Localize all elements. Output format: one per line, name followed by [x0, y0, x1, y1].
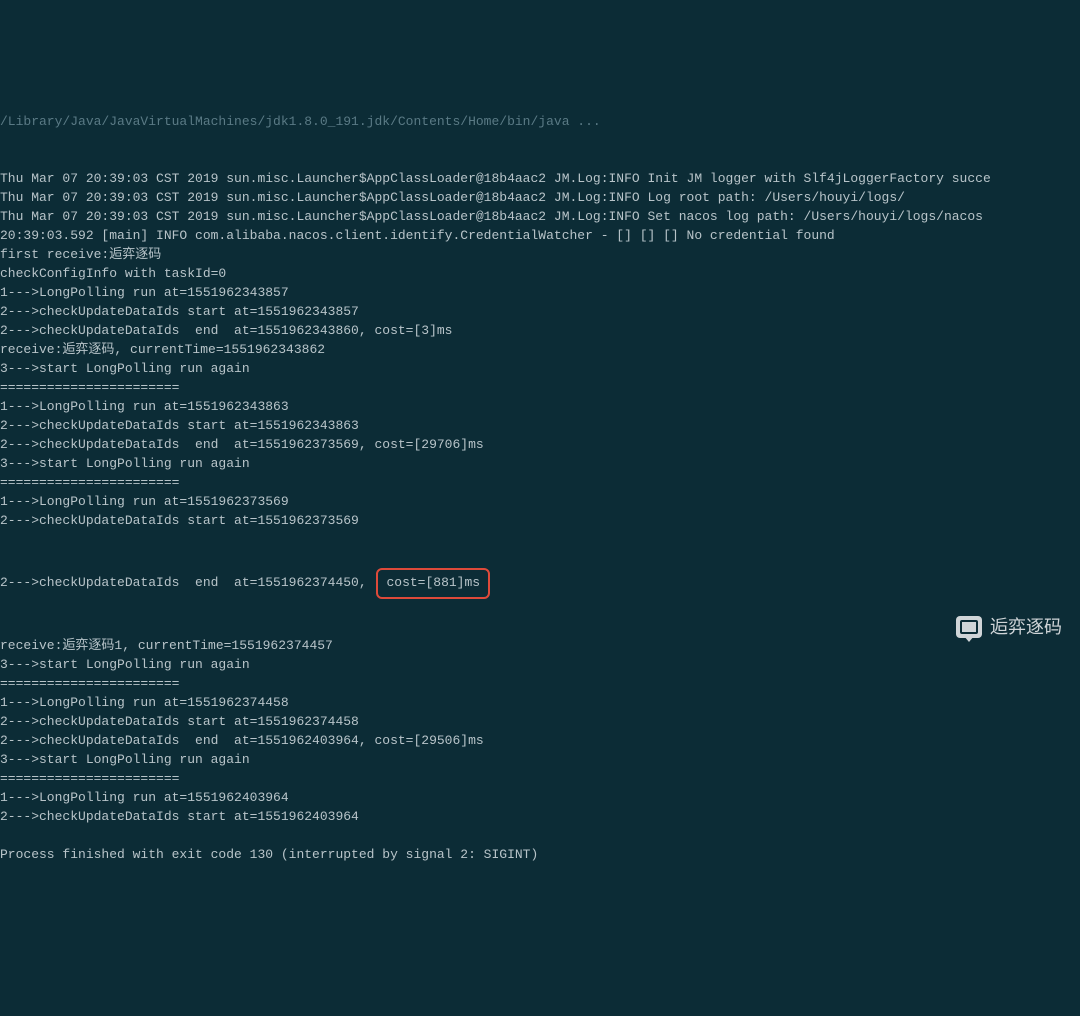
log-line: 2--->checkUpdateDataIds start at=1551962… — [0, 512, 1080, 531]
log-line: 3--->start LongPolling run again — [0, 455, 1080, 474]
log-line: ======================= — [0, 675, 1080, 694]
log-line: checkConfigInfo with taskId=0 — [0, 265, 1080, 284]
log-line: Thu Mar 07 20:39:03 CST 2019 sun.misc.La… — [0, 208, 1080, 227]
log-line: receive:逅弈逐码, currentTime=1551962343862 — [0, 341, 1080, 360]
log-line: 2--->checkUpdateDataIds start at=1551962… — [0, 808, 1080, 827]
watermark: 逅弈逐码 — [956, 614, 1062, 640]
log-line: ======================= — [0, 770, 1080, 789]
log-line: 3--->start LongPolling run again — [0, 360, 1080, 379]
log-line: 1--->LongPolling run at=1551962374458 — [0, 694, 1080, 713]
log-line: 1--->LongPolling run at=1551962343857 — [0, 284, 1080, 303]
log-line: 20:39:03.592 [main] INFO com.alibaba.nac… — [0, 227, 1080, 246]
log-line: 1--->LongPolling run at=1551962373569 — [0, 493, 1080, 512]
log-line: Thu Mar 07 20:39:03 CST 2019 sun.misc.La… — [0, 189, 1080, 208]
log-block-before: Thu Mar 07 20:39:03 CST 2019 sun.misc.La… — [0, 170, 1080, 531]
log-line: 2--->checkUpdateDataIds start at=1551962… — [0, 713, 1080, 732]
log-line: 2--->checkUpdateDataIds start at=1551962… — [0, 417, 1080, 436]
cost-highlight-box: cost=[881]ms — [376, 568, 490, 599]
wechat-icon — [956, 616, 982, 638]
log-line: 2--->checkUpdateDataIds end at=155196234… — [0, 322, 1080, 341]
log-line: 2--->checkUpdateDataIds start at=1551962… — [0, 303, 1080, 322]
log-line: ======================= — [0, 379, 1080, 398]
log-line: 2--->checkUpdateDataIds end at=155196240… — [0, 732, 1080, 751]
java-path-header: /Library/Java/JavaVirtualMachines/jdk1.8… — [0, 113, 1080, 132]
log-line: 1--->LongPolling run at=1551962343863 — [0, 398, 1080, 417]
log-line: receive:逅弈逐码1, currentTime=1551962374457 — [0, 637, 1080, 656]
log-line: 1--->LongPolling run at=1551962403964 — [0, 789, 1080, 808]
terminal-output: /Library/Java/JavaVirtualMachines/jdk1.8… — [0, 75, 1080, 883]
highlighted-prefix: 2--->checkUpdateDataIds end at=155196237… — [0, 575, 374, 590]
log-line: ======================= — [0, 474, 1080, 493]
log-line: Process finished with exit code 130 (int… — [0, 846, 1080, 865]
log-line: 2--->checkUpdateDataIds end at=155196237… — [0, 436, 1080, 455]
log-line: 3--->start LongPolling run again — [0, 656, 1080, 675]
log-block-after: receive:逅弈逐码1, currentTime=1551962374457… — [0, 637, 1080, 865]
log-line: 3--->start LongPolling run again — [0, 751, 1080, 770]
log-line: first receive:逅弈逐码 — [0, 246, 1080, 265]
watermark-text: 逅弈逐码 — [990, 614, 1062, 640]
log-line — [0, 827, 1080, 846]
log-line: Thu Mar 07 20:39:03 CST 2019 sun.misc.La… — [0, 170, 1080, 189]
highlighted-log-line: 2--->checkUpdateDataIds end at=155196237… — [0, 568, 1080, 599]
